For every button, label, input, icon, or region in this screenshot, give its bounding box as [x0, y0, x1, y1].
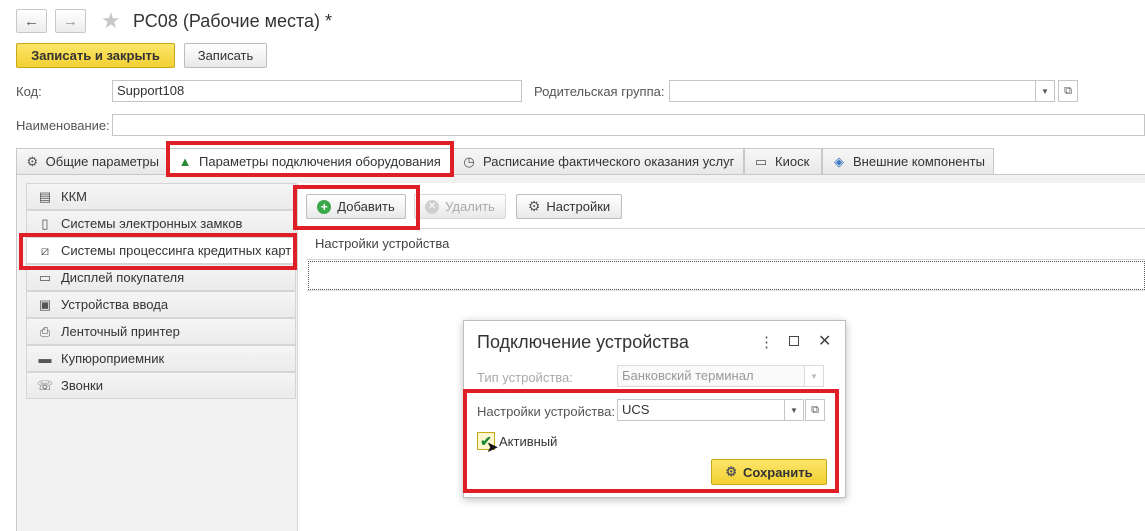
sidebar-item-label: Системы электронных замков — [61, 216, 243, 231]
code-input[interactable]: Support108 — [112, 80, 522, 102]
settings-button-label: Настройки — [546, 199, 611, 214]
code-label: Код: — [16, 84, 42, 99]
sidebar-item-electronic-locks[interactable]: ▯ Системы электронных замков — [26, 210, 296, 237]
tab-label: Параметры подключения оборудования — [199, 154, 441, 169]
lock-icon: ▯ — [41, 215, 49, 231]
dialog-title: Подключение устройства — [477, 332, 689, 352]
save-settings-icon: ⚙ — [725, 464, 738, 479]
close-icon[interactable]: ✕ — [818, 331, 831, 351]
table-row[interactable] — [308, 261, 1145, 290]
tab-equipment-connection[interactable]: ▲ Параметры подключения оборудования — [168, 148, 452, 174]
open-window-icon: ⧉ — [1064, 84, 1072, 97]
add-button-label: Добавить — [337, 199, 395, 214]
forward-button[interactable]: → — [55, 9, 86, 33]
clock-icon: ◷ — [463, 153, 475, 169]
equipment-icon: ▲ — [178, 154, 192, 169]
back-button[interactable]: ← — [16, 9, 47, 33]
delete-button-label: Удалить — [445, 199, 495, 214]
phone-icon: ☏ — [36, 377, 54, 393]
printer-icon: ⎙ — [39, 323, 51, 339]
tab-external-components[interactable]: ◈ Внешние компоненты — [822, 148, 994, 174]
device-type-dropdown-button: ▼ — [804, 365, 824, 387]
mouse-cursor-icon: ➤ — [486, 439, 499, 456]
sidebar-item-label: Системы процессинга кредитных карт — [61, 243, 292, 258]
page-title: РС08 (Рабочие места) * — [133, 11, 333, 31]
arrow-left-icon: ← — [24, 12, 39, 30]
input-device-icon: ▣ — [38, 296, 52, 312]
gear-icon: ⚙ — [527, 198, 541, 214]
gear-icon: ⚙ — [26, 153, 39, 169]
name-input[interactable] — [112, 114, 1145, 136]
sidebar-item-card-processing[interactable]: ⧄ Системы процессинга кредитных карт — [26, 237, 296, 264]
plus-circle-icon: + — [317, 199, 332, 214]
card-icon: ⧄ — [40, 242, 50, 258]
delete-button[interactable]: ✕ Удалить — [414, 194, 506, 219]
sidebar-item-bill-acceptor[interactable]: ▬ Купюроприемник — [26, 345, 296, 372]
cash-register-icon: ▤ — [38, 188, 52, 204]
sidebar-item-tape-printer[interactable]: ⎙ Ленточный принтер — [26, 318, 296, 345]
parent-group-input[interactable] — [669, 80, 1036, 102]
tab-kiosk[interactable]: ▭ Киоск — [744, 148, 822, 174]
active-label: Активный — [499, 434, 558, 449]
tab-label: Внешние компоненты — [853, 154, 985, 169]
device-settings-label: Настройки устройства: — [477, 404, 615, 419]
sidebar-item-customer-display[interactable]: ▭ Дисплей покупателя — [26, 264, 296, 291]
tab-schedule[interactable]: ◷ Расписание фактического оказания услуг — [452, 148, 744, 174]
maximize-icon[interactable] — [789, 336, 799, 346]
parent-group-label: Родительская группа: — [534, 84, 665, 99]
sidebar-item-label: Звонки — [61, 378, 103, 393]
save-and-close-button[interactable]: Записать и закрыть — [16, 43, 175, 68]
device-settings-input[interactable]: UCS — [617, 399, 785, 421]
device-type-input: Банковский терминал — [617, 365, 805, 387]
sidebar-item-input-devices[interactable]: ▣ Устройства ввода — [26, 291, 296, 318]
device-connection-dialog: Подключение устройства ⋮ ✕ Тип устройств… — [463, 320, 846, 498]
chevron-down-icon: ▼ — [790, 405, 798, 415]
sidebar-item-kkm[interactable]: ▤ ККМ — [26, 183, 296, 210]
device-settings-open-button[interactable]: ⧉ — [805, 399, 825, 421]
save-dialog-button[interactable]: ⚙ Сохранить — [711, 459, 827, 485]
component-icon: ◈ — [834, 153, 844, 169]
tab-label: Расписание фактического оказания услуг — [483, 154, 735, 169]
save-button[interactable]: Записать — [184, 43, 267, 68]
chevron-down-icon: ▼ — [1041, 86, 1049, 96]
name-label: Наименование: — [16, 118, 110, 133]
sidebar-item-label: Ленточный принтер — [61, 324, 180, 339]
sidebar-item-label: Купюроприемник — [61, 351, 165, 366]
parent-group-dropdown-button[interactable]: ▼ — [1035, 80, 1055, 102]
sidebar-item-label: Дисплей покупателя — [61, 270, 185, 285]
delete-icon: ✕ — [425, 199, 440, 214]
more-options-icon[interactable]: ⋮ — [759, 333, 774, 351]
device-type-label: Тип устройства: — [477, 370, 573, 385]
chevron-down-icon: ▼ — [810, 371, 818, 381]
bill-acceptor-icon: ▬ — [38, 351, 52, 366]
parent-group-open-button[interactable]: ⧉ — [1058, 80, 1078, 102]
save-dialog-button-label: Сохранить — [743, 464, 813, 480]
open-window-icon: ⧉ — [811, 403, 819, 416]
kiosk-icon: ▭ — [754, 153, 768, 169]
tab-general[interactable]: ⚙ Общие параметры — [16, 148, 168, 174]
settings-button[interactable]: ⚙ Настройки — [516, 194, 622, 219]
arrow-right-icon: → — [63, 12, 78, 30]
device-settings-dropdown-button[interactable]: ▼ — [784, 399, 804, 421]
display-icon: ▭ — [38, 269, 52, 285]
tab-label: Общие параметры — [45, 154, 159, 169]
table-header: Настройки устройства — [307, 228, 1145, 260]
tab-label: Киоск — [775, 154, 810, 169]
favorite-star-icon[interactable]: ★ — [101, 8, 121, 34]
sidebar-item-label: Устройства ввода — [61, 297, 169, 312]
add-button[interactable]: + Добавить — [306, 194, 406, 219]
sidebar-item-label: ККМ — [61, 189, 87, 204]
sidebar-item-calls[interactable]: ☏ Звонки — [26, 372, 296, 399]
